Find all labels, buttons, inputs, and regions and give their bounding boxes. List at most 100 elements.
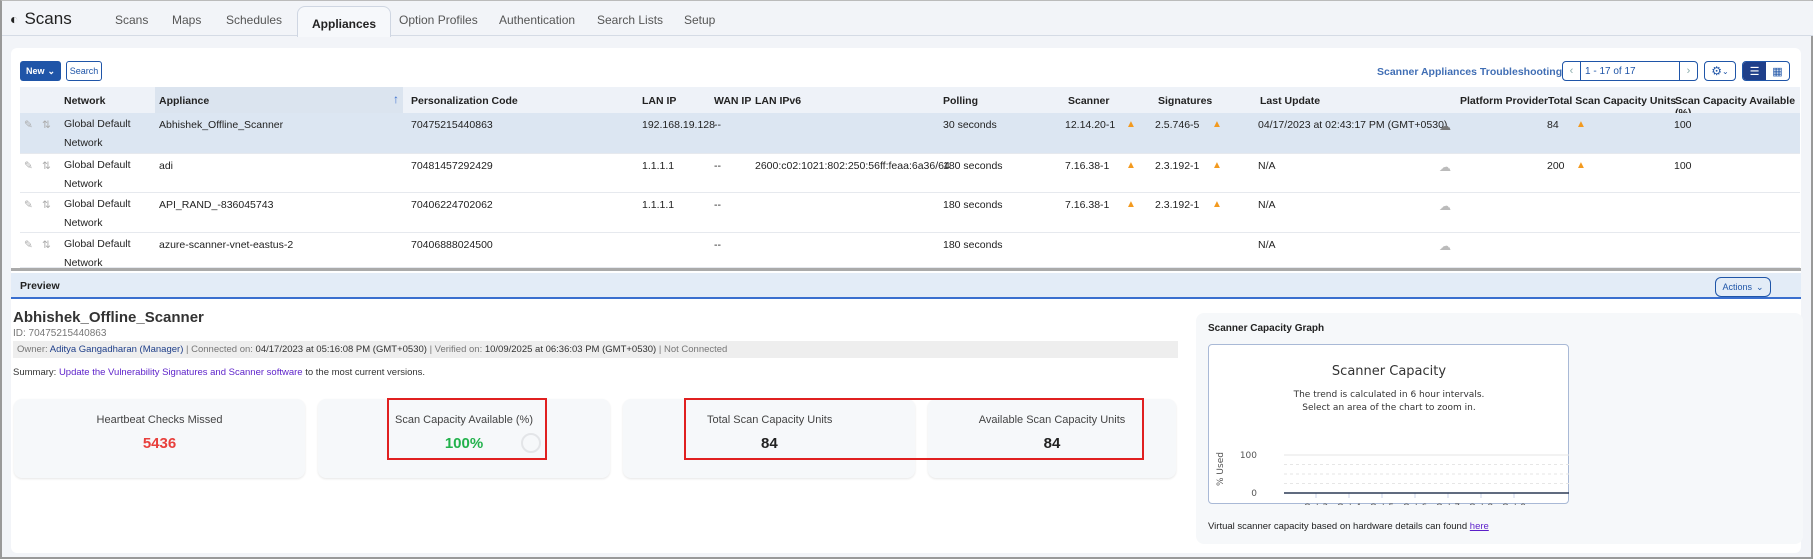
x-tick-label: Oct 8 bbox=[1469, 503, 1493, 505]
chart-subtitle: The trend is calculated in 6 hour interv… bbox=[1293, 390, 1485, 400]
actions-label: Actions bbox=[1722, 282, 1752, 292]
tab-authentication[interactable]: Authentication bbox=[499, 13, 575, 27]
warning-icon: ▲ bbox=[1576, 119, 1586, 130]
chevron-down-icon: ⌄ bbox=[47, 65, 56, 76]
link-icon[interactable]: ⇅ bbox=[42, 199, 51, 211]
column-header-last-update[interactable]: Last Update bbox=[1260, 95, 1320, 107]
edit-icon[interactable]: ✎ bbox=[24, 119, 33, 131]
column-header-polling[interactable]: Polling bbox=[943, 95, 978, 107]
cell-code: 70475215440863 bbox=[411, 119, 493, 131]
edit-icon[interactable]: ✎ bbox=[24, 160, 33, 172]
column-header-personalization-code[interactable]: Personalization Code bbox=[411, 95, 518, 107]
scans-logo-icon: ◐ bbox=[10, 11, 19, 27]
cell-polling: 30 seconds bbox=[943, 119, 997, 131]
connected-label: | Connected on: bbox=[186, 344, 253, 355]
x-tick-label: Oct 5 bbox=[1370, 503, 1394, 505]
warning-icon: ▲ bbox=[1212, 199, 1222, 210]
cell-appliance[interactable]: Abhishek_Offline_Scanner bbox=[159, 119, 283, 131]
column-header-platform-provider[interactable]: Platform Provider bbox=[1460, 95, 1548, 107]
pager-range[interactable]: 1 - 17 of 17 bbox=[1581, 62, 1679, 80]
cell-polling: 180 seconds bbox=[943, 199, 1003, 211]
x-tick-label: Oct 7 bbox=[1436, 503, 1460, 505]
next-page-icon[interactable]: › bbox=[1679, 62, 1697, 80]
view-toggle: ☰ ▦ bbox=[1742, 61, 1790, 81]
column-header-scanner[interactable]: Scanner bbox=[1068, 95, 1109, 107]
cloud-icon: ☁ bbox=[1439, 199, 1451, 213]
column-header-lan-ipv6[interactable]: LAN IPv6 bbox=[755, 95, 801, 107]
tab-search-lists[interactable]: Search Lists bbox=[597, 13, 663, 27]
cell-appliance[interactable]: adi bbox=[159, 160, 173, 172]
cell-available: 100 bbox=[1674, 119, 1692, 131]
graph-footer-text: Virtual scanner capacity based on hardwa… bbox=[1208, 521, 1468, 532]
column-header-total-capacity[interactable]: Total Scan Capacity Units bbox=[1548, 95, 1676, 107]
summary: Summary: Update the Vulnerability Signat… bbox=[13, 367, 425, 378]
cloud-icon: ☁ bbox=[1439, 119, 1451, 133]
warning-icon: ▲ bbox=[1212, 160, 1222, 171]
column-header-appliance[interactable]: Appliance bbox=[159, 95, 209, 107]
summary-link[interactable]: Update the Vulnerability Signatures and … bbox=[59, 367, 303, 378]
cell-scanner: 12.14.20-1 bbox=[1065, 119, 1116, 131]
capacity-chart[interactable]: Scanner Capacity The trend is calculated … bbox=[1208, 344, 1569, 513]
cell-wan-ip: -- bbox=[714, 160, 721, 172]
cell-appliance[interactable]: API_RAND_-836045743 bbox=[159, 199, 273, 211]
settings-gear-icon[interactable]: ⚙ ⌄ bbox=[1704, 61, 1736, 81]
edit-icon[interactable]: ✎ bbox=[24, 199, 33, 211]
cell-ipv6: 2600:c02:1021:802:250:56ff:feaa:6a36/64 bbox=[755, 160, 950, 172]
cell-code: 70481457292429 bbox=[411, 160, 493, 172]
sort-ascending-icon[interactable]: ↑ bbox=[393, 92, 399, 106]
calendar-view-icon[interactable]: ▦ bbox=[1766, 62, 1789, 80]
search-button[interactable]: Search bbox=[66, 61, 102, 81]
here-link[interactable]: here bbox=[1470, 521, 1489, 532]
tab-appliances[interactable]: Appliances bbox=[297, 6, 392, 37]
owner-link[interactable]: Aditya Gangadharan (Manager) bbox=[50, 344, 184, 355]
link-icon[interactable]: ⇅ bbox=[42, 239, 51, 251]
appliance-name: Abhishek_Offline_Scanner bbox=[13, 309, 204, 326]
pane-splitter[interactable] bbox=[11, 268, 1801, 271]
troubleshooting-link[interactable]: Scanner Appliances Troubleshooting bbox=[1377, 66, 1562, 78]
cell-last-update: N/A bbox=[1258, 160, 1276, 172]
table-row[interactable] bbox=[20, 113, 1800, 154]
cell-appliance[interactable]: azure-scanner-vnet-eastus-2 bbox=[159, 239, 293, 251]
highlight-box bbox=[684, 398, 1144, 460]
cell-available: 100 bbox=[1674, 160, 1692, 172]
card-value: 5436 bbox=[142, 435, 177, 452]
column-header-lan-ip[interactable]: LAN IP bbox=[642, 95, 676, 107]
app-logo[interactable]: ◐ Scans bbox=[10, 9, 72, 29]
graph-panel-title: Scanner Capacity Graph bbox=[1208, 323, 1325, 334]
new-button[interactable]: New ⌄ bbox=[20, 61, 61, 81]
link-icon[interactable]: ⇅ bbox=[42, 160, 51, 172]
list-view-icon[interactable]: ☰ bbox=[1743, 62, 1766, 80]
prev-page-icon[interactable]: ‹ bbox=[1563, 62, 1581, 80]
card-heartbeat: Heartbeat Checks Missed 5436 bbox=[14, 399, 305, 478]
tab-scans[interactable]: Scans bbox=[115, 13, 148, 27]
x-tick-label: Oct 3 bbox=[1304, 503, 1328, 505]
cell-total: 200 bbox=[1547, 160, 1565, 172]
column-header-network[interactable]: Network bbox=[64, 95, 105, 107]
cloud-icon: ☁ bbox=[1439, 239, 1451, 253]
cell-wan-ip: -- bbox=[714, 119, 721, 131]
warning-icon: ▲ bbox=[1126, 160, 1136, 171]
cell-lan-ip: 1.1.1.1 bbox=[642, 199, 675, 211]
x-tick-label: Oct 9 bbox=[1502, 503, 1526, 505]
cell-code: 70406224702062 bbox=[411, 199, 493, 211]
table-row[interactable] bbox=[20, 193, 1800, 233]
link-icon[interactable]: ⇅ bbox=[42, 119, 51, 131]
actions-button[interactable]: Actions ⌄ bbox=[1715, 277, 1771, 297]
preview-bar bbox=[11, 273, 1801, 299]
cell-signatures: 2.3.192-1 bbox=[1155, 160, 1200, 172]
appliance-meta: Owner: Aditya Gangadharan (Manager) | Co… bbox=[13, 341, 1178, 358]
tab-schedules[interactable]: Schedules bbox=[226, 13, 282, 27]
connected-value: 04/17/2023 at 05:16:08 PM (GMT+0530) bbox=[255, 344, 427, 355]
x-tick-label: Oct 6 bbox=[1403, 503, 1427, 505]
cell-network: Global Default Network bbox=[64, 118, 131, 149]
column-header-wan-ip[interactable]: WAN IP bbox=[714, 95, 751, 107]
edit-icon[interactable]: ✎ bbox=[24, 239, 33, 251]
connection-status: | Not Connected bbox=[658, 344, 728, 355]
column-header-signatures[interactable]: Signatures bbox=[1158, 95, 1212, 107]
tab-setup[interactable]: Setup bbox=[684, 13, 715, 27]
tab-option-profiles[interactable]: Option Profiles bbox=[399, 13, 478, 27]
appliance-id: ID: 70475215440863 bbox=[13, 328, 107, 339]
cell-last-update: N/A bbox=[1258, 199, 1276, 211]
cell-scanner: 7.16.38-1 bbox=[1065, 160, 1110, 172]
tab-maps[interactable]: Maps bbox=[172, 13, 201, 27]
